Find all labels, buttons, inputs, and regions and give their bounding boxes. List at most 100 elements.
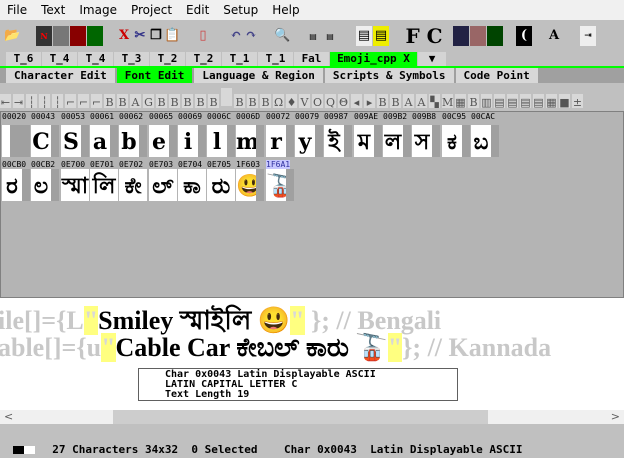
glyph-cell[interactable]: i — [178, 125, 206, 157]
cut-icon[interactable]: ✂ — [132, 26, 148, 46]
redo-icon[interactable]: ↷ — [243, 26, 259, 46]
glyph-cell[interactable]: ಕೇ — [119, 169, 147, 201]
paste-icon[interactable]: 📋 — [164, 26, 180, 46]
font-tool-icon[interactable]: B — [247, 94, 258, 108]
open-folder-icon[interactable]: 📂 — [4, 26, 20, 46]
tab-fal[interactable]: Fal — [294, 52, 329, 66]
project-green-icon[interactable] — [487, 26, 503, 46]
tab-t_6[interactable]: T_6 — [6, 52, 41, 66]
glyph-cell[interactable]: স্মা — [61, 169, 89, 201]
glyph-cell[interactable]: লি — [90, 169, 118, 201]
glyph-cell[interactable]: ই — [324, 125, 352, 157]
menu-edit[interactable]: Edit — [179, 3, 216, 17]
font-tool-icon[interactable]: A — [130, 94, 141, 108]
save-icon[interactable] — [53, 26, 69, 46]
font-tool-icon[interactable]: ⇤ — [0, 94, 11, 108]
glyph-cell[interactable]: স — [412, 125, 440, 157]
font-tool-icon[interactable]: B — [104, 94, 115, 108]
font-tool-icon[interactable]: Ω — [273, 94, 284, 108]
font-tool-icon[interactable]: ▸ — [364, 94, 375, 108]
new-icon[interactable]: N — [36, 26, 52, 46]
font-tool-icon[interactable]: B — [182, 94, 193, 108]
paren-icon[interactable]: ( — [516, 26, 532, 46]
font-tool-icon[interactable]: ♦ — [286, 94, 297, 108]
font-tool-icon[interactable]: ⌐ — [65, 94, 76, 108]
font-tool-icon[interactable] — [221, 88, 232, 106]
glyph-cell[interactable]: a — [90, 125, 118, 157]
menu-text[interactable]: Text — [34, 3, 72, 17]
font-tool-icon[interactable]: ┆ — [26, 94, 37, 108]
glyph-cell[interactable]: ಕ — [442, 125, 470, 157]
font-tool-icon[interactable]: ▤ — [494, 94, 505, 108]
export-icon[interactable]: ⇥ — [580, 26, 596, 46]
font-a-icon[interactable]: A — [546, 26, 562, 46]
search-icon[interactable]: 🔍 — [274, 26, 290, 46]
menu-image[interactable]: Image — [72, 3, 124, 17]
glyph-cell[interactable]: C — [31, 125, 59, 157]
font-tool-icon[interactable]: ▦ — [546, 94, 557, 108]
glyph-cell[interactable]: ರ — [2, 169, 30, 201]
glyph-cell[interactable]: ল — [383, 125, 411, 157]
text-layout-2-icon[interactable]: ▤ — [322, 26, 338, 46]
font-tool-icon[interactable]: ⇥ — [13, 94, 24, 108]
menu-help[interactable]: Help — [265, 3, 306, 17]
font-tool-icon[interactable]: B — [208, 94, 219, 108]
scroll-left-icon[interactable]: < — [4, 410, 13, 424]
glyph-cell[interactable]: b — [119, 125, 147, 157]
font-tool-icon[interactable]: ▤ — [520, 94, 531, 108]
font-tool-icon[interactable]: Θ — [338, 94, 349, 108]
subtab-scripts-symbols[interactable]: Scripts & Symbols — [324, 68, 454, 83]
font-tool-icon[interactable]: V — [299, 94, 310, 108]
font-tool-icon[interactable]: ± — [572, 94, 583, 108]
glyph-cell[interactable]: ಲ — [31, 169, 59, 201]
glyph-cell[interactable]: r — [266, 125, 294, 157]
glyph-cell[interactable]: 🚡 — [266, 169, 294, 201]
font-tool-icon[interactable]: ▦ — [455, 94, 466, 108]
tab-t_3[interactable]: T_3 — [114, 52, 149, 66]
font-tool-icon[interactable]: B — [195, 94, 206, 108]
clipboard-icon[interactable]: ▯ — [195, 26, 211, 46]
tabs-dropdown-button[interactable]: ▼ — [418, 52, 446, 66]
menu-file[interactable]: File — [0, 3, 34, 17]
glyph-cell[interactable] — [2, 125, 30, 157]
font-tool-icon[interactable]: G — [143, 94, 154, 108]
glyph-cell[interactable]: y — [295, 125, 323, 157]
glyph-cell[interactable]: ಬ — [471, 125, 499, 157]
font-tool-icon[interactable]: B — [117, 94, 128, 108]
subtab-language-region[interactable]: Language & Region — [194, 68, 323, 83]
font-tool-icon[interactable]: B — [169, 94, 180, 108]
font-tool-icon[interactable]: M — [442, 94, 453, 108]
fg-color-swatch[interactable] — [13, 446, 25, 454]
font-tool-icon[interactable]: B — [377, 94, 388, 108]
fc-icon[interactable]: F C — [404, 26, 444, 46]
glyph-cell[interactable]: ರು — [207, 169, 235, 201]
font-tool-icon[interactable]: ⌐ — [91, 94, 102, 108]
font-tool-icon[interactable]: Q — [325, 94, 336, 108]
tab-t_1[interactable]: T_1 — [258, 52, 293, 66]
subtab-font-edit[interactable]: Font Edit — [116, 68, 193, 83]
glyph-cell[interactable]: ಲ್ — [149, 169, 177, 201]
text-icon[interactable]: ▤ — [356, 26, 372, 46]
font-tool-icon[interactable]: ▚ — [429, 94, 440, 108]
glyph-cell[interactable]: 😃 — [236, 169, 264, 201]
tab-t_4[interactable]: T_4 — [42, 52, 77, 66]
scroll-thumb[interactable] — [113, 410, 488, 424]
font-tool-icon[interactable]: ⌐ — [78, 94, 89, 108]
tab-t_4[interactable]: T_4 — [78, 52, 113, 66]
tab-t_2[interactable]: T_2 — [186, 52, 221, 66]
font-tool-icon[interactable]: O — [312, 94, 323, 108]
glyph-cell[interactable]: m — [236, 125, 264, 157]
subtab-code-point[interactable]: Code Point — [455, 68, 538, 83]
font-tool-icon[interactable]: A — [416, 94, 427, 108]
font-tool-icon[interactable]: ┆ — [39, 94, 50, 108]
tab-emoji_cpp x[interactable]: Emoji_cpp X — [330, 52, 417, 66]
project-icon[interactable] — [470, 26, 486, 46]
horizontal-scrollbar[interactable]: < > — [0, 410, 624, 424]
delete-icon[interactable]: X — [116, 26, 132, 46]
glyph-cell[interactable]: S — [61, 125, 89, 157]
font-tool-icon[interactable]: B — [234, 94, 245, 108]
text-highlight-icon[interactable]: ▤ — [373, 26, 389, 46]
font-tool-icon[interactable]: B — [156, 94, 167, 108]
font-tool-icon[interactable]: B — [260, 94, 271, 108]
green-disk-icon[interactable] — [87, 26, 103, 46]
